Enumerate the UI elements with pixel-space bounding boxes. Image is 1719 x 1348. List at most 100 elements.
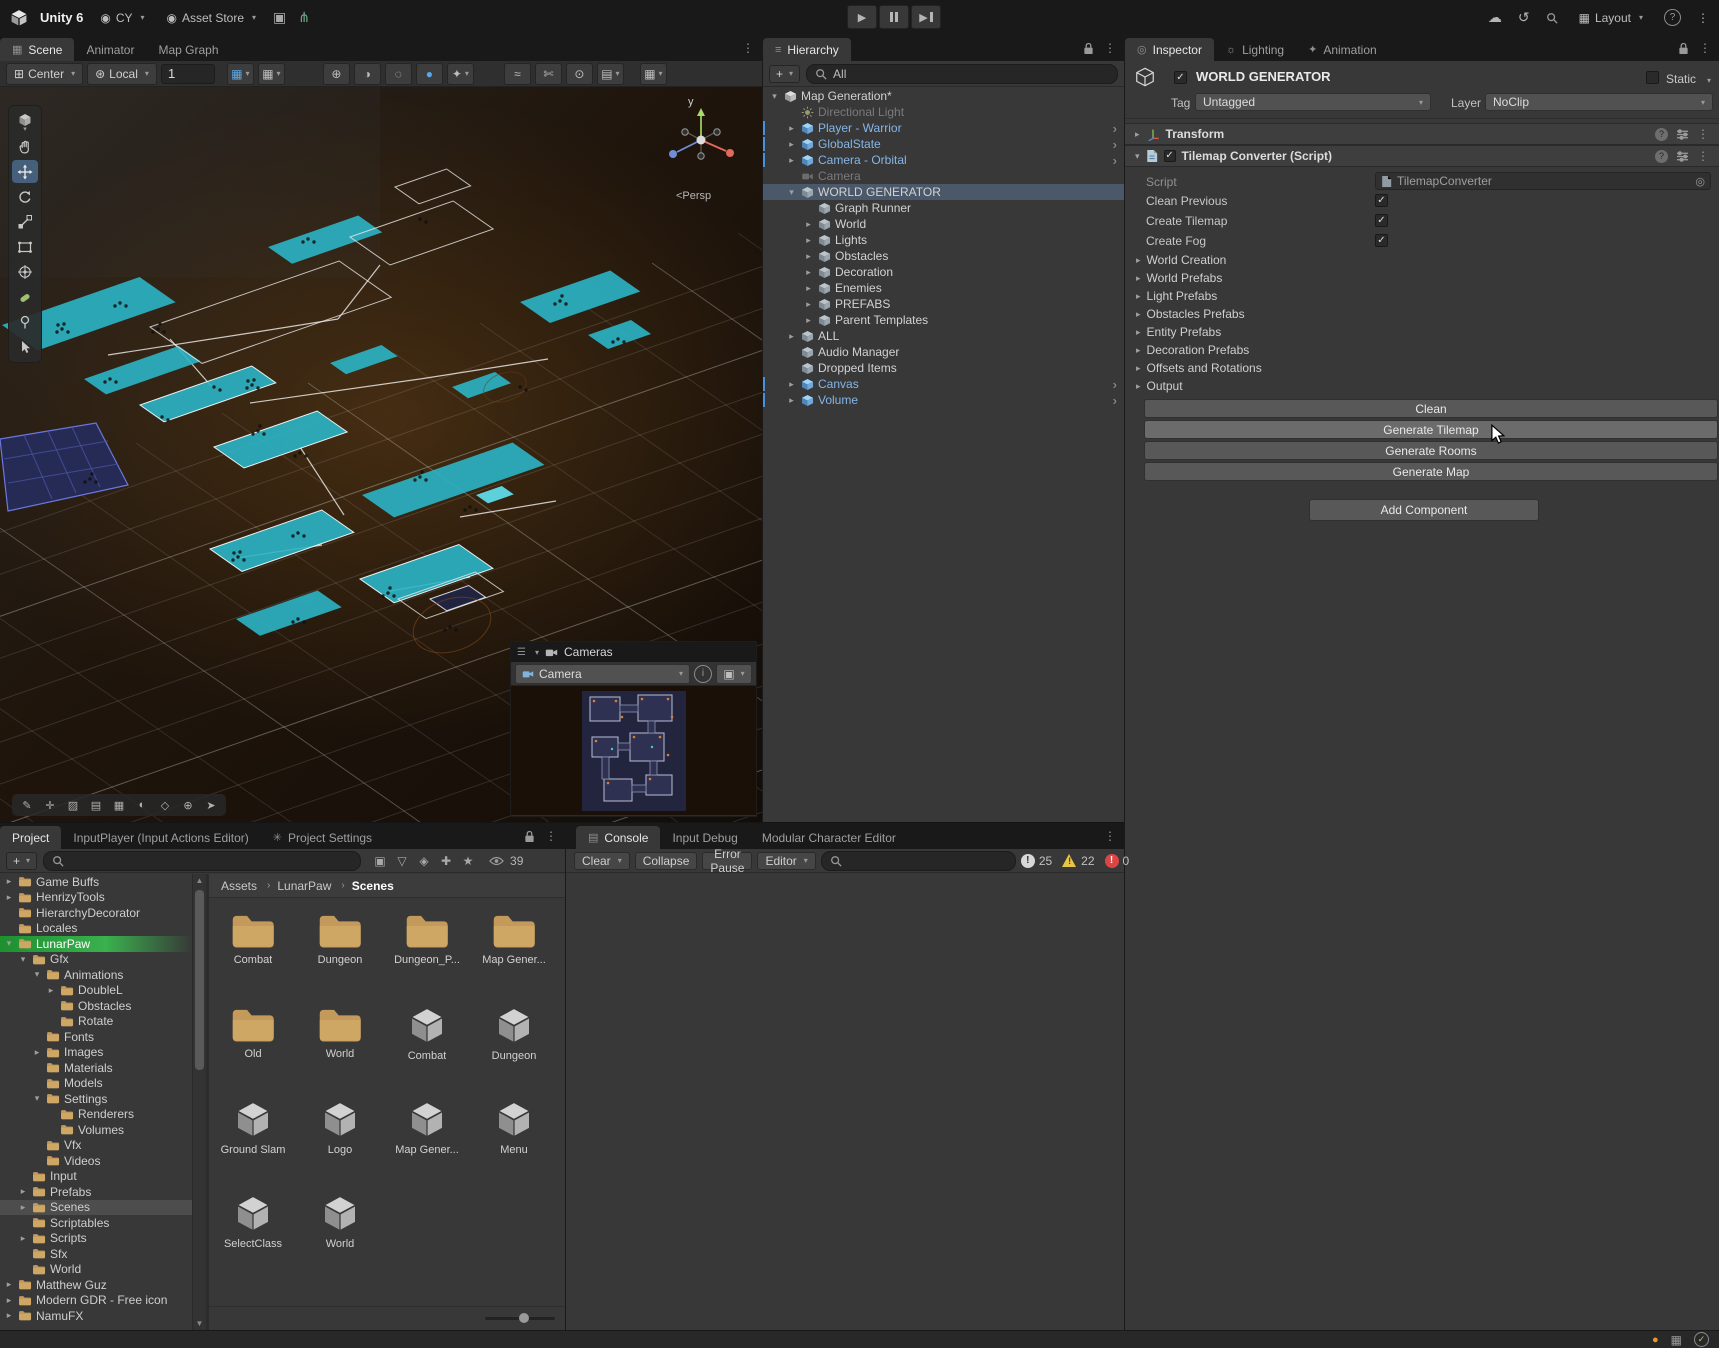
- visibility-menu-icon[interactable]: ✦▾: [447, 63, 474, 85]
- static-dropdown-icon[interactable]: ▾: [1707, 76, 1711, 85]
- foldout-icon[interactable]: ▾: [1135, 151, 1140, 162]
- project-search-field[interactable]: [70, 853, 352, 869]
- scene-asset[interactable]: SelectClass: [211, 1194, 295, 1250]
- foldout-icon[interactable]: ▸: [803, 267, 814, 278]
- history-icon[interactable]: ↺: [1518, 9, 1530, 26]
- hierarchy-item[interactable]: ▸GlobalState›: [763, 136, 1124, 152]
- gizmo-y-axis-label[interactable]: y: [688, 96, 694, 108]
- object-picker-icon[interactable]: ◎: [1695, 175, 1705, 188]
- snap-grid-icon[interactable]: ▦▾: [227, 63, 254, 85]
- foldout-icon[interactable]: ▾: [18, 954, 28, 965]
- foldout-icon[interactable]: ▸: [803, 219, 814, 230]
- help-icon[interactable]: ?: [1655, 150, 1668, 163]
- tab-animation[interactable]: ✦ Animation: [1296, 38, 1389, 61]
- foldout-icon[interactable]: ▸: [803, 283, 814, 294]
- eye-icon[interactable]: [489, 856, 504, 866]
- tab-scene[interactable]: ▦ Scene: [0, 38, 74, 61]
- hierarchy-item[interactable]: ▸PREFABS: [763, 296, 1124, 312]
- generate-rooms-button[interactable]: Generate Rooms: [1144, 441, 1718, 460]
- hierarchy-item[interactable]: ▸Parent Templates: [763, 312, 1124, 328]
- project-tree-item[interactable]: ▾LunarPaw: [0, 936, 192, 952]
- warning-count-badge[interactable]: ! 22: [1062, 854, 1094, 868]
- hierarchy-item[interactable]: ▸Enemies: [763, 280, 1124, 296]
- create-object-button[interactable]: + ▾: [769, 65, 800, 83]
- console-log-list[interactable]: [566, 874, 1124, 1330]
- layout-dropdown[interactable]: ▦ Layout ▾: [1574, 9, 1648, 27]
- scene-asset[interactable]: Logo: [298, 1100, 382, 1156]
- slider-thumb[interactable]: [519, 1313, 529, 1323]
- create-asset-button[interactable]: + ▾: [6, 852, 37, 870]
- grid-size-input[interactable]: [161, 64, 215, 84]
- tab-map-graph[interactable]: Map Graph: [146, 38, 230, 61]
- pause-button[interactable]: [879, 5, 909, 29]
- zoom-overlay-icon[interactable]: ⊕: [178, 796, 198, 814]
- presets-icon[interactable]: [1676, 151, 1689, 162]
- search-icon[interactable]: [1546, 12, 1558, 24]
- generate-tilemap-button[interactable]: Generate Tilemap: [1144, 420, 1718, 439]
- foldout-offsets-and-rotations[interactable]: ▸Offsets and Rotations: [1136, 361, 1262, 375]
- fullscreen-preview-button[interactable]: ▣ ▾: [716, 664, 752, 684]
- hierarchy-item[interactable]: Directional Light: [763, 104, 1124, 120]
- account-menu[interactable]: ◉ CY ▾: [95, 9, 149, 27]
- tool-handle-rotation-dropdown[interactable]: ⊛ Local ▾: [87, 63, 157, 85]
- hierarchy-item[interactable]: Audio Manager: [763, 344, 1124, 360]
- project-tree-item[interactable]: ▾Gfx: [0, 952, 192, 968]
- project-search-input[interactable]: [43, 851, 361, 871]
- add-component-button[interactable]: Add Component: [1309, 499, 1539, 521]
- transform-component-header[interactable]: ▸ Transform ? ⋮: [1125, 123, 1719, 145]
- wireframe-toggle-icon[interactable]: ◇: [155, 796, 175, 814]
- hierarchy-item[interactable]: Camera: [763, 168, 1124, 184]
- foldout-icon[interactable]: ▾: [32, 1093, 42, 1104]
- saved-search-icon[interactable]: ✚: [437, 854, 455, 868]
- toggle-checkbox[interactable]: ✓: [1375, 234, 1388, 247]
- toggle-checkbox[interactable]: ✓: [1375, 214, 1388, 227]
- move-tool[interactable]: [12, 160, 38, 183]
- foldout-icon[interactable]: ▸: [32, 1047, 42, 1058]
- step-button[interactable]: ▶: [911, 5, 941, 29]
- drag-handle-icon[interactable]: ☰: [517, 647, 526, 658]
- project-tree-item[interactable]: ▸Modern GDR - Free icon: [0, 1293, 192, 1309]
- fog-toggle-icon[interactable]: ≈: [504, 63, 531, 85]
- scene-viewport[interactable]: y<Persp ▾ ✎✛▨▤▦◐◇⊕➤ ☰ ▾ Cameras Camera ▾: [0, 87, 762, 822]
- tab-modular-character-editor[interactable]: Modular Character Editor: [750, 826, 908, 849]
- scene-asset[interactable]: Combat: [385, 1006, 469, 1062]
- tab-animator[interactable]: Animator: [74, 38, 146, 61]
- thumbnail-zoom-slider[interactable]: [485, 1317, 555, 1320]
- project-tree-item[interactable]: Renderers: [0, 1107, 192, 1123]
- paint-tool-icon[interactable]: ✎: [17, 796, 37, 814]
- console-search-input[interactable]: [821, 851, 1016, 871]
- kebab-menu-icon[interactable]: ⋮: [1697, 11, 1709, 25]
- folder-asset[interactable]: World: [298, 1006, 382, 1060]
- hierarchy-item[interactable]: ▸Obstacles: [763, 248, 1124, 264]
- custom-tool-cursor[interactable]: [12, 335, 38, 358]
- scale-tool[interactable]: [12, 210, 38, 233]
- foldout-icon[interactable]: ▸: [4, 1279, 14, 1290]
- folder-asset[interactable]: Dungeon_P...: [385, 912, 469, 966]
- hierarchy-item[interactable]: ▸Volume›: [763, 392, 1124, 408]
- foldout-icon[interactable]: ▸: [18, 1186, 28, 1197]
- open-prefab-chevron[interactable]: ›: [1113, 377, 1117, 392]
- collapse-button[interactable]: Collapse: [635, 852, 698, 870]
- rect-tool[interactable]: [12, 235, 38, 258]
- foldout-icon[interactable]: ▸: [786, 379, 797, 390]
- project-tree-item[interactable]: World: [0, 1262, 192, 1278]
- hierarchy-item[interactable]: ▸World: [763, 216, 1124, 232]
- scene-asset[interactable]: Menu: [472, 1100, 556, 1156]
- scene-asset[interactable]: Map Gener...: [385, 1100, 469, 1156]
- info-count-badge[interactable]: ! 25: [1021, 854, 1052, 868]
- foldout-entity-prefabs[interactable]: ▸Entity Prefabs: [1136, 325, 1221, 339]
- tab-lighting[interactable]: ☼ Lighting: [1214, 38, 1296, 61]
- project-tree-item[interactable]: Volumes: [0, 1122, 192, 1138]
- foldout-icon[interactable]: ▸: [786, 395, 797, 406]
- tilemap-converter-component-header[interactable]: ▾ ✓ Tilemap Converter (Script) ? ⋮: [1125, 145, 1719, 167]
- foldout-icon[interactable]: ▸: [18, 1233, 28, 1244]
- scene-asset[interactable]: Ground Slam: [211, 1100, 295, 1156]
- foldout-icon[interactable]: ▸: [786, 123, 797, 134]
- cloud-icon[interactable]: ☁: [1488, 9, 1502, 26]
- clean-button[interactable]: Clean: [1144, 399, 1718, 418]
- custom-tool-pin[interactable]: [12, 310, 38, 333]
- custom-tool-capsule[interactable]: [12, 285, 38, 308]
- foldout-icon[interactable]: ▸: [803, 251, 814, 262]
- scroll-up-icon[interactable]: ▲: [193, 876, 206, 885]
- project-tree-item[interactable]: ▸NamuFX: [0, 1308, 192, 1324]
